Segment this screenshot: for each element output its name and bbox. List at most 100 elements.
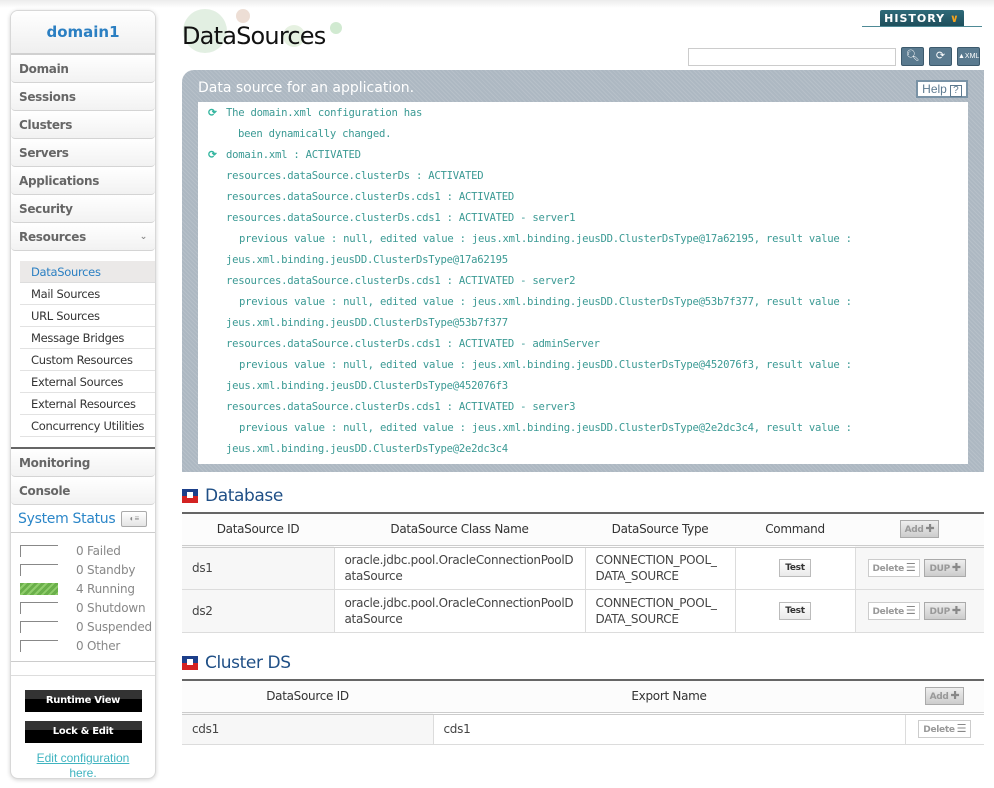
status-toggle-icon[interactable]: ◐≡ [121, 510, 148, 527]
log-text: resources.dataSource.clusterDs.cds1 : AC… [226, 401, 576, 413]
chevron-down-icon: ∨ [949, 12, 960, 25]
datasource-type: CONNECTION_POOL_DATA_SOURCE [585, 546, 736, 590]
refresh-button[interactable]: ⟳ [929, 47, 952, 66]
table-header-row: DataSource ID DataSource Class Name Data… [182, 512, 984, 548]
question-icon: ? [949, 85, 962, 97]
status-label: 0 Failed [76, 543, 121, 558]
runtime-view-button[interactable]: Runtime View [24, 690, 142, 712]
log-text: previous value : null, edited value : je… [239, 233, 852, 245]
log-line: resources.dataSource.clusterDs.cds1 : AC… [208, 208, 958, 229]
sidebar-item-clusters[interactable]: Clusters [11, 111, 155, 139]
submenu-item-external-sources[interactable]: External Sources [20, 371, 155, 393]
col-datasource-id: DataSource ID [182, 679, 433, 715]
top-gradient [0, 0, 994, 8]
log-line: ⟳ The domain.xml configuration has [208, 103, 958, 124]
sidebar-item-applications[interactable]: Applications [11, 167, 155, 195]
edit-configuration-link[interactable]: Edit configuration here. [11, 751, 155, 778]
help-button[interactable]: Help? [916, 80, 968, 98]
log-text: jeus.xml.binding.jeusDD.ClusterDsType@2e… [226, 443, 508, 455]
history-button[interactable]: HISTORY ∨ [880, 10, 964, 27]
submenu-item-message-bridges[interactable]: Message Bridges [20, 327, 155, 349]
add-label: Add [929, 692, 949, 703]
log-line: resources.dataSource.clusterDs : ACTIVAT… [208, 166, 958, 187]
test-button[interactable]: Test [779, 601, 811, 620]
status-label: 0 Shutdown [76, 600, 146, 615]
history-label: HISTORY [884, 12, 946, 25]
col-class-name: DataSource Class Name [334, 512, 585, 548]
search-icon: 🔍︎ [905, 50, 920, 62]
database-section-title: Database [182, 486, 283, 506]
sidebar-item-security[interactable]: Security [11, 195, 155, 223]
system-status-header: System Status ◐≡ [11, 505, 155, 533]
status-bar [20, 639, 58, 652]
delete-button[interactable]: Delete ☰ [867, 601, 921, 620]
delete-stack-icon: ☰ [956, 722, 967, 735]
delete-button[interactable]: Delete ☰ [918, 720, 972, 738]
dup-button[interactable]: DUP ✚ [924, 601, 966, 620]
submenu-item-mail-sources[interactable]: Mail Sources [20, 283, 155, 305]
cluster-ds-table: DataSource ID Export Name Add ✚ cds1 cds1 D… [182, 679, 984, 745]
decor-circle [236, 9, 250, 23]
delete-label: Delete [923, 725, 955, 735]
sidebar-item-domain[interactable]: Domain [11, 55, 155, 83]
sidebar-item-sessions[interactable]: Sessions [11, 83, 155, 111]
xml-upload-icon: ▲XML [958, 53, 980, 60]
decor-circle [330, 22, 342, 34]
search-input[interactable] [688, 48, 896, 66]
sidebar-item-label: Console [19, 483, 71, 498]
table-row: ds1 oracle.jdbc.pool.OracleConnectionPool… [182, 546, 984, 590]
sidebar-item-monitoring[interactable]: Monitoring [11, 449, 155, 477]
sidebar-item-label: Monitoring [19, 455, 90, 470]
log-line: been dynamically changed. [208, 124, 958, 145]
status-bar [20, 620, 58, 633]
delete-button[interactable]: Delete ☰ [867, 559, 921, 577]
info-title: Data source for an application. [198, 80, 415, 96]
command-cell: Test [735, 589, 856, 633]
help-label: Help [922, 82, 947, 96]
xml-export-button[interactable]: ▲XML [957, 47, 980, 66]
delete-stack-icon: ☰ [905, 603, 916, 617]
search-button[interactable]: 🔍︎ [901, 47, 924, 66]
submenu-item-url-sources[interactable]: URL Sources [20, 305, 155, 327]
datasource-class-name: oracle.jdbc.pool.OracleConnectionPoolDat… [334, 546, 586, 590]
delete-label: Delete [872, 564, 905, 574]
edit-link-line1: Edit configuration [36, 751, 130, 765]
log-text: The domain.xml configuration has [226, 107, 423, 119]
cluster-ds-id[interactable]: cds1 [182, 713, 434, 745]
log-line: previous value : null, edited value : je… [208, 229, 958, 250]
sidebar-item-resources[interactable]: Resources ⌄ [11, 223, 155, 251]
sync-icon: ⟳ [208, 149, 217, 161]
resources-submenu: DataSources Mail Sources URL Sources Messag… [11, 251, 155, 449]
actions-cell: Delete ☰ DUP ✚ [855, 546, 984, 590]
log-text: jeus.xml.binding.jeusDD.ClusterDsType@53… [226, 317, 508, 329]
lock-edit-button[interactable]: Lock & Edit [24, 721, 142, 743]
sidebar-item-servers[interactable]: Servers [11, 139, 155, 167]
status-label: 0 Standby [76, 562, 136, 577]
log-text: previous value : null, edited value : je… [239, 422, 852, 434]
datasource-id[interactable]: ds2 [182, 589, 335, 633]
sidebar-item-console[interactable]: Console [11, 477, 155, 505]
cluster-ds-export-name: cds1 [433, 713, 906, 745]
sidebar-item-label: Domain [19, 61, 69, 76]
cluster-ds-title: Cluster DS [205, 653, 291, 673]
actions-cell: Delete ☰ [905, 713, 984, 745]
section-bullet-icon [182, 656, 198, 670]
status-row: 4 Running [20, 579, 155, 598]
domain-name[interactable]: domain1 [11, 11, 155, 55]
datasource-id[interactable]: ds1 [182, 546, 335, 590]
submenu-item-custom-resources[interactable]: Custom Resources [20, 349, 155, 371]
submenu-item-datasources[interactable]: DataSources [20, 261, 155, 283]
status-bar [20, 544, 58, 557]
add-datasource-button[interactable]: Add ✚ [899, 520, 940, 539]
col-command: Command [735, 512, 855, 548]
log-text: previous value : null, edited value : je… [239, 296, 852, 308]
add-cluster-ds-button[interactable]: Add ✚ [924, 687, 965, 706]
submenu-item-external-resources[interactable]: External Resources [20, 393, 155, 415]
submenu-item-concurrency-utilities[interactable]: Concurrency Utilities [20, 415, 155, 437]
status-label: 0 Suspended [76, 619, 152, 634]
cluster-ds-section-title: Cluster DS [182, 653, 291, 673]
dup-button[interactable]: DUP ✚ [924, 559, 966, 577]
sidebar-item-label: Servers [19, 145, 69, 160]
refresh-icon: ⟳ [935, 50, 946, 62]
test-button[interactable]: Test [779, 559, 811, 577]
